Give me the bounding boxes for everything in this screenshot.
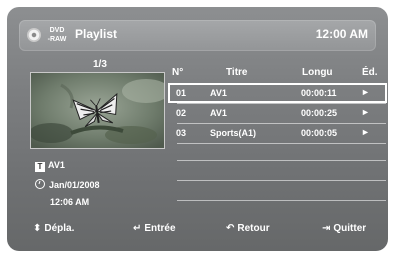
- footer-controls: ⬍ Dépla. ↵ Entrée ↶ Retour ⇥ Quitter: [7, 209, 388, 251]
- row-length: 00:00:11: [301, 88, 337, 98]
- title-bar: DVD -RAW Playlist 12:00 AM: [19, 20, 376, 51]
- column-header-length: Longu: [302, 67, 333, 78]
- preview-thumbnail: [30, 72, 165, 149]
- row-title: AV1: [210, 108, 227, 118]
- column-header-edit: Éd.: [362, 67, 378, 78]
- disc-icon: [27, 28, 41, 42]
- row-length: 00:00:05: [301, 128, 338, 138]
- quit-label: Quitter: [333, 223, 367, 234]
- return-label: Retour: [237, 223, 270, 234]
- move-label: Dépla.: [44, 223, 75, 234]
- item-date: Jan/01/2008: [49, 180, 100, 190]
- quit-button[interactable]: ⇥ Quitter: [322, 223, 366, 234]
- item-title: AV1: [48, 160, 65, 170]
- page-title: Playlist: [75, 27, 118, 41]
- play-arrow-icon[interactable]: ►: [361, 127, 370, 137]
- disc-type-badge: DVD -RAW: [45, 26, 69, 44]
- item-date-row: Jan/01/2008: [35, 179, 100, 190]
- row-number: 01: [176, 88, 187, 98]
- disc-type-line2: -RAW: [47, 36, 67, 43]
- return-button[interactable]: ↶ Retour: [226, 223, 270, 234]
- row-length: 00:00:25: [301, 108, 338, 118]
- enter-label: Entrée: [144, 223, 176, 234]
- row-divider: [177, 160, 386, 161]
- butterfly-image: [31, 73, 164, 148]
- column-header-number: N°: [172, 67, 184, 78]
- row-divider: [177, 180, 386, 181]
- enter-icon: ↵: [133, 223, 142, 234]
- playlist-row[interactable]: 02 AV1 00:00:25 ►: [168, 103, 387, 123]
- clock: 12:00 AM: [315, 27, 368, 41]
- row-number: 03: [176, 128, 187, 138]
- item-counter: 1/3: [93, 59, 107, 70]
- item-time: 12:06 AM: [50, 197, 90, 207]
- playlist-row[interactable]: 03 Sports(A1) 00:00:05 ►: [168, 123, 387, 143]
- title-icon: T: [35, 162, 45, 172]
- play-arrow-icon[interactable]: ►: [361, 87, 370, 97]
- item-time-row: 12:06 AM: [50, 197, 89, 207]
- return-arrow-icon: ↶: [226, 223, 235, 234]
- row-divider: [177, 200, 386, 201]
- column-header-title: Titre: [226, 67, 248, 78]
- row-title: Sports(A1): [210, 128, 257, 138]
- playlist-screen: DVD -RAW Playlist 12:00 AM 1/3 T AV1 Jan…: [7, 7, 388, 251]
- clock-icon: [35, 179, 45, 189]
- play-arrow-icon[interactable]: ►: [361, 107, 370, 117]
- up-down-arrows-icon: ⬍: [33, 223, 42, 234]
- exit-icon: ⇥: [322, 223, 331, 234]
- row-divider: [177, 143, 386, 144]
- disc-type-line1: DVD: [49, 27, 65, 34]
- playlist-row-selected[interactable]: 01 AV1 00:00:11 ►: [168, 83, 387, 103]
- enter-button[interactable]: ↵ Entrée: [133, 223, 176, 234]
- row-title: AV1: [210, 88, 227, 98]
- row-number: 02: [176, 108, 187, 118]
- move-hint[interactable]: ⬍ Dépla.: [33, 223, 74, 234]
- item-title-row: T AV1: [35, 160, 65, 172]
